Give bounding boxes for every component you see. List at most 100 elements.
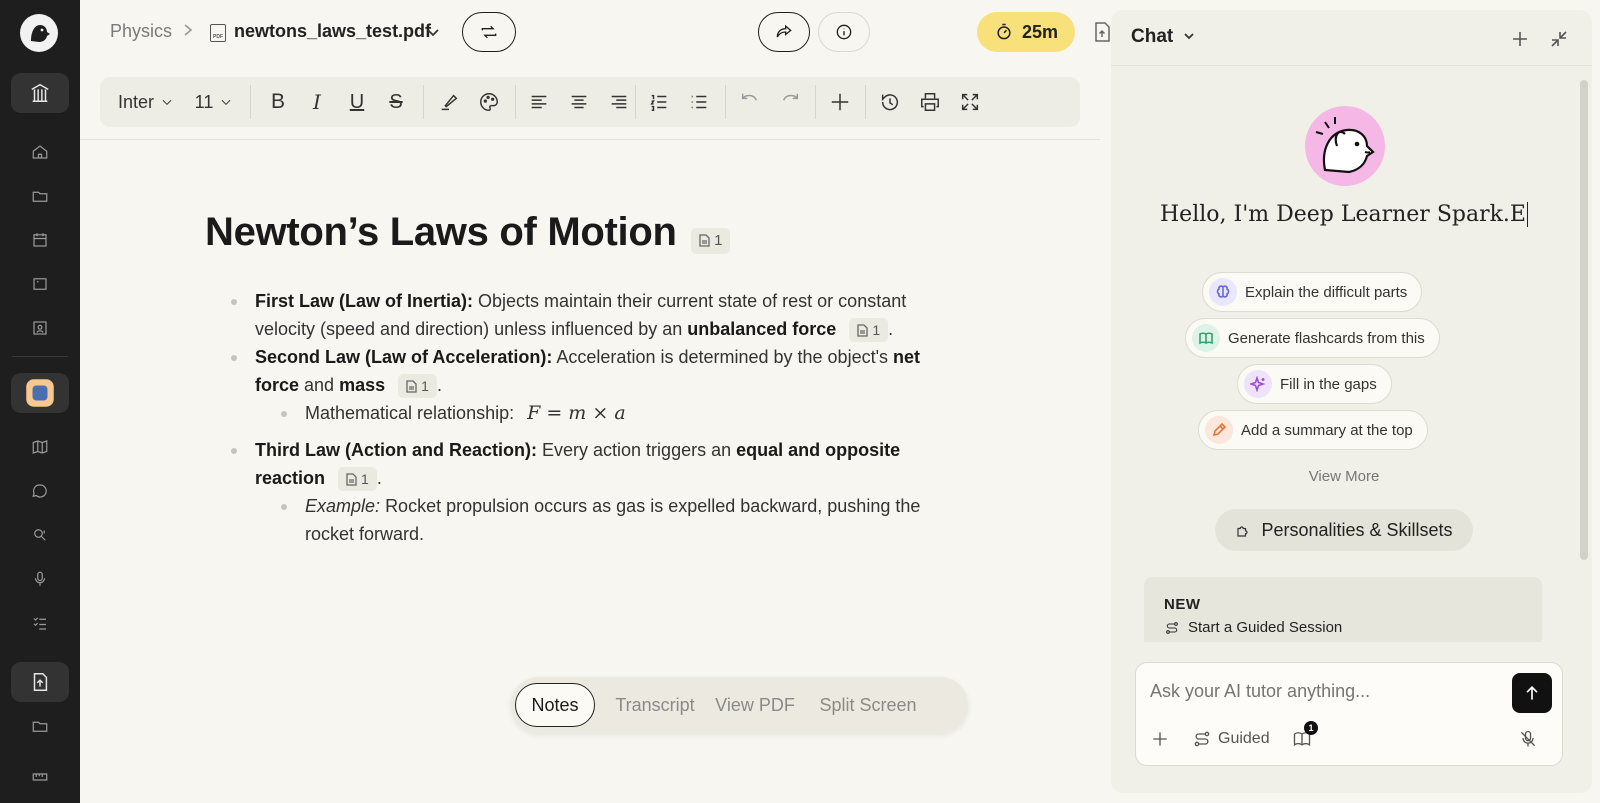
breadcrumb-subject[interactable]: Physics xyxy=(110,21,172,42)
attach-button[interactable] xyxy=(1150,729,1170,749)
chat-scrollbar[interactable] xyxy=(1580,80,1588,560)
sources-button[interactable]: 1 xyxy=(1292,721,1318,754)
send-button[interactable] xyxy=(1512,673,1552,713)
voice-input-button[interactable] xyxy=(1518,729,1538,749)
italic-icon: I xyxy=(313,90,321,114)
toolbar-divider xyxy=(80,139,1100,140)
map-icon[interactable] xyxy=(25,432,55,462)
italic-button[interactable]: I xyxy=(299,77,335,127)
redo-icon xyxy=(782,93,799,101)
history-button[interactable] xyxy=(870,77,910,127)
app-logo[interactable] xyxy=(20,14,58,52)
current-note-icon[interactable] xyxy=(11,373,69,413)
checklist-icon[interactable] xyxy=(25,608,55,638)
text-color-button[interactable] xyxy=(470,77,508,127)
source-citation[interactable]: 1 xyxy=(691,227,731,254)
share-button[interactable] xyxy=(758,12,810,52)
document-icon xyxy=(857,324,868,337)
chevron-down-icon[interactable] xyxy=(426,25,440,43)
font-size-select[interactable]: 11 xyxy=(192,77,236,127)
chat-title[interactable]: Chat xyxy=(1131,26,1195,48)
folder-icon[interactable] xyxy=(25,711,55,741)
example-text: Rocket propulsion occurs as gas is expel… xyxy=(305,496,921,544)
voice-search-icon[interactable] xyxy=(25,520,55,550)
document-icon xyxy=(346,473,357,486)
align-right-button[interactable] xyxy=(600,77,638,127)
institution-icon[interactable] xyxy=(11,73,69,113)
history-icon xyxy=(881,94,898,111)
bold-button[interactable]: B xyxy=(260,77,296,127)
source-citation[interactable]: 1 xyxy=(849,318,889,343)
board-icon[interactable] xyxy=(25,269,55,299)
route-icon xyxy=(1194,731,1210,747)
formula: F = m × a xyxy=(527,402,626,424)
puzzle-icon xyxy=(1237,526,1248,537)
timer-label: 25m xyxy=(1021,21,1059,42)
citation-number: 1 xyxy=(872,322,881,339)
bullet-list-button[interactable] xyxy=(680,77,718,127)
numbered-list-button[interactable] xyxy=(640,77,678,127)
convert-button[interactable] xyxy=(462,12,516,52)
personalities-button[interactable]: Personalities & Skillsets xyxy=(1215,509,1473,551)
align-left-icon xyxy=(531,95,547,109)
study-timer[interactable]: 25m xyxy=(977,12,1075,52)
ruler-icon[interactable] xyxy=(25,762,55,792)
source-citation[interactable]: 1 xyxy=(338,467,377,492)
document-filename[interactable]: newtons_laws_test.pdf xyxy=(234,21,431,42)
info-icon xyxy=(836,24,852,40)
calendar-icon[interactable] xyxy=(25,225,55,255)
collapse-icon[interactable] xyxy=(1548,28,1570,50)
microphone-icon[interactable] xyxy=(25,564,55,594)
view-more-link[interactable]: View More xyxy=(1111,468,1577,485)
chat-bubble-icon[interactable] xyxy=(25,476,55,506)
redo-button[interactable] xyxy=(770,77,810,127)
guided-button[interactable]: Guided xyxy=(1192,729,1270,749)
highlight-button[interactable] xyxy=(430,77,468,127)
mascot-avatar xyxy=(1305,106,1385,186)
underline-icon: U xyxy=(349,90,365,113)
suggestion-fill-gaps[interactable]: Fill in the gaps xyxy=(1237,364,1392,404)
guided-label: Guided xyxy=(1218,730,1270,747)
stopwatch-icon xyxy=(997,23,1011,40)
left-rail xyxy=(0,0,80,803)
insert-button[interactable] xyxy=(820,77,860,127)
new-badge: NEW xyxy=(1164,596,1201,613)
suggestion-explain[interactable]: Explain the difficult parts xyxy=(1202,272,1423,312)
new-chat-icon[interactable] xyxy=(1509,28,1531,50)
document-body[interactable]: Newton’s Laws of Motion 1 First Law (Law… xyxy=(205,210,965,548)
top-bar: Physics PDF newtons_laws_test.pdf 25m C xyxy=(80,0,1170,66)
home-icon[interactable] xyxy=(25,137,55,167)
punctuation: . xyxy=(888,319,894,339)
info-button[interactable] xyxy=(818,12,870,52)
printer-icon xyxy=(921,93,939,111)
chat-panel: Chat Hello, I'm Deep Learner Spark.E Exp… xyxy=(1111,10,1592,793)
align-center-button[interactable] xyxy=(560,77,598,127)
print-button[interactable] xyxy=(910,77,950,127)
tab-transcript[interactable]: Transcript xyxy=(603,683,707,727)
classroom-icon[interactable] xyxy=(25,313,55,343)
punctuation: . xyxy=(376,468,382,488)
tab-split-screen[interactable]: Split Screen xyxy=(807,683,929,727)
underline-button[interactable]: U xyxy=(339,77,375,127)
law-label: Third Law (Action and Reaction): xyxy=(255,440,537,460)
chat-input[interactable] xyxy=(1150,681,1500,702)
tab-view-pdf[interactable]: View PDF xyxy=(711,683,799,727)
suggestion-summary[interactable]: Add a summary at the top xyxy=(1198,410,1428,450)
guided-session-card[interactable]: NEW Start a Guided Session xyxy=(1144,577,1542,642)
font-family-select[interactable]: Inter xyxy=(114,77,178,127)
citation-number: 1 xyxy=(361,471,369,488)
undo-button[interactable] xyxy=(730,77,770,127)
upload-file-icon[interactable] xyxy=(11,662,69,702)
folders-icon[interactable] xyxy=(25,181,55,211)
fullscreen-button[interactable] xyxy=(950,77,990,127)
strikethrough-button[interactable]: S xyxy=(378,77,414,127)
align-left-button[interactable] xyxy=(520,77,558,127)
guided-session-link[interactable]: Start a Guided Session xyxy=(1164,619,1342,636)
source-citation[interactable]: 1 xyxy=(398,374,437,399)
breadcrumb-separator xyxy=(182,21,194,42)
law-text: and xyxy=(304,375,335,395)
tab-notes[interactable]: Notes xyxy=(515,683,595,727)
book-open-icon xyxy=(1192,324,1220,352)
suggestion-flashcards[interactable]: Generate flashcards from this xyxy=(1185,318,1440,358)
personalities-label: Personalities & Skillsets xyxy=(1261,519,1453,540)
